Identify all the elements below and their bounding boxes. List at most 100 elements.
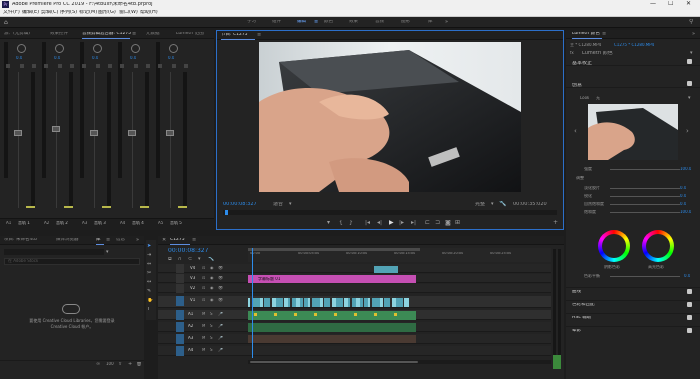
close-icon[interactable]: ✕	[686, 1, 691, 7]
library-select[interactable]	[4, 249, 104, 255]
mark-out-icon[interactable]: }	[349, 220, 353, 226]
lumetri-section-checkbox[interactable]	[687, 315, 692, 320]
slider-value[interactable]: 0.0	[680, 186, 686, 190]
eye-icon[interactable]: 👁	[218, 298, 223, 302]
slider-value[interactable]: 0.0	[680, 202, 686, 206]
track-label[interactable]: A3	[188, 336, 193, 340]
video-clip[interactable]	[380, 298, 383, 307]
camera-icon[interactable]: ◙	[445, 220, 451, 226]
menu-item-file[interactable]: 文件(F)	[3, 10, 20, 15]
shadow-tint-wheel[interactable]	[598, 230, 630, 262]
toggle-output-icon[interactable]: ◉	[210, 276, 214, 280]
razor-tool-icon[interactable]: ✂	[147, 271, 151, 276]
pan-value[interactable]: 0.0	[92, 56, 98, 60]
mic-icon[interactable]: 🎤	[218, 312, 223, 316]
lock-track-icon[interactable]: ⊡	[202, 276, 205, 280]
chevron-down-icon[interactable]: ▾	[106, 250, 109, 255]
pan-knob[interactable]	[55, 44, 64, 53]
solo-track-icon[interactable]: S	[210, 336, 213, 340]
extract-icon[interactable]: ⊐	[435, 220, 440, 226]
pan-knob[interactable]	[17, 44, 26, 53]
mic-icon[interactable]: 🎤	[218, 324, 223, 328]
keyframe-marker[interactable]	[274, 313, 277, 316]
selection-tool-icon[interactable]: ➤	[147, 244, 151, 249]
track-target[interactable]	[176, 284, 184, 293]
close-icon[interactable]: ✕	[162, 238, 166, 243]
slider-value[interactable]: 100.0	[680, 210, 691, 214]
track-label[interactable]: A1	[188, 312, 193, 316]
workspace-learn[interactable]: 学习	[247, 20, 256, 25]
solo-track-icon[interactable]: S	[210, 324, 213, 328]
slider-track[interactable]	[610, 212, 680, 213]
lock-track-icon[interactable]: ⊡	[202, 266, 205, 270]
mute-button[interactable]	[120, 64, 124, 68]
slider-track[interactable]	[610, 196, 680, 197]
slider-value[interactable]: 0.0	[680, 194, 686, 198]
keyframe-marker[interactable]	[394, 313, 397, 316]
workspace-effects[interactable]: 效果	[349, 20, 358, 25]
minimize-icon[interactable]: —	[650, 1, 656, 7]
tab-metadata[interactable]: 元数据	[146, 32, 160, 37]
video-clip[interactable]	[268, 298, 270, 307]
workspace-menu-icon[interactable]: ≡	[314, 20, 318, 25]
workspace-graphics[interactable]: 图形	[401, 20, 410, 25]
video-clip[interactable]	[248, 298, 250, 307]
audio-clip[interactable]	[248, 323, 416, 332]
pan-knob[interactable]	[169, 44, 178, 53]
add-marker-icon[interactable]: ▾	[198, 257, 201, 262]
slider-track[interactable]	[610, 204, 680, 205]
video-clip[interactable]	[348, 298, 350, 307]
hand-tool-icon[interactable]: ✋	[147, 298, 153, 303]
mute-track-icon[interactable]: M	[202, 336, 205, 340]
menu-item-marker[interactable]: 标记(M)	[79, 10, 97, 15]
nest-icon[interactable]: ⧉	[168, 257, 172, 262]
playhead[interactable]	[252, 248, 253, 358]
eye-icon[interactable]: 👁	[218, 276, 223, 280]
menu-item-clip[interactable]: 剪辑(C)	[41, 10, 58, 15]
program-playhead-timecode[interactable]: 00:00:08:327	[223, 202, 257, 207]
zoom-select[interactable]: 100	[106, 362, 114, 366]
track-select-icon[interactable]: ⇥	[147, 253, 151, 258]
track-label[interactable]: V4	[190, 266, 195, 270]
track-label[interactable]: V2	[190, 286, 195, 290]
mark-in-icon[interactable]: {	[339, 220, 343, 226]
pan-value[interactable]: 0.0	[16, 56, 22, 60]
add-button-icon[interactable]: +	[553, 220, 558, 226]
track-target[interactable]	[176, 346, 184, 356]
mic-icon[interactable]: 🎤	[218, 348, 223, 352]
step-back-icon[interactable]: ◂|	[377, 220, 382, 226]
panel-menu-icon[interactable]: ≡	[192, 238, 196, 243]
pen-tool-icon[interactable]: ✎	[147, 289, 151, 294]
lumetri-section-checkbox[interactable]	[687, 302, 692, 307]
video-clip[interactable]	[280, 298, 283, 307]
workspace-editing[interactable]: 编辑	[297, 20, 306, 25]
menu-item-help[interactable]: 帮助(H)	[140, 10, 158, 15]
keyframe-marker[interactable]	[294, 313, 297, 316]
video-clip[interactable]	[328, 298, 330, 307]
panel-menu-icon[interactable]: ≡	[132, 32, 136, 37]
lumetri-section-checkbox[interactable]	[687, 328, 692, 333]
tab-lumetri-color[interactable]: Lumetri 颜色	[572, 32, 600, 37]
add-icon[interactable]: +	[128, 362, 132, 367]
fader-handle[interactable]	[166, 130, 174, 136]
menu-item-sequence[interactable]: 序列(S)	[60, 10, 77, 15]
toggle-output-icon[interactable]: ◉	[210, 266, 214, 270]
solo-button[interactable]	[20, 64, 24, 68]
program-fit-select[interactable]: 适合	[273, 202, 283, 207]
record-button[interactable]	[184, 64, 188, 68]
fader-handle[interactable]	[14, 130, 22, 136]
tab-effect-controls[interactable]: 效果控件	[50, 32, 68, 37]
color-balance-value[interactable]: 0.0	[684, 274, 690, 278]
workspace-color[interactable]: 颜色	[324, 20, 333, 25]
workspace-libraries[interactable]: 库	[428, 20, 433, 25]
go-to-in-icon[interactable]: |◂	[365, 220, 370, 226]
track-target[interactable]	[176, 274, 184, 283]
workspace-overflow-icon[interactable]: »	[445, 20, 448, 25]
lumetri-clip-link[interactable]: C1275 * C1280.MP4	[614, 43, 654, 47]
maximize-icon[interactable]: ☐	[668, 1, 673, 7]
work-area-bar[interactable]	[248, 248, 420, 251]
chevron-down-icon[interactable]: ▾	[289, 202, 292, 207]
track-target[interactable]	[176, 296, 184, 306]
chevron-down-icon[interactable]: ▾	[491, 202, 494, 207]
record-button[interactable]	[108, 64, 112, 68]
